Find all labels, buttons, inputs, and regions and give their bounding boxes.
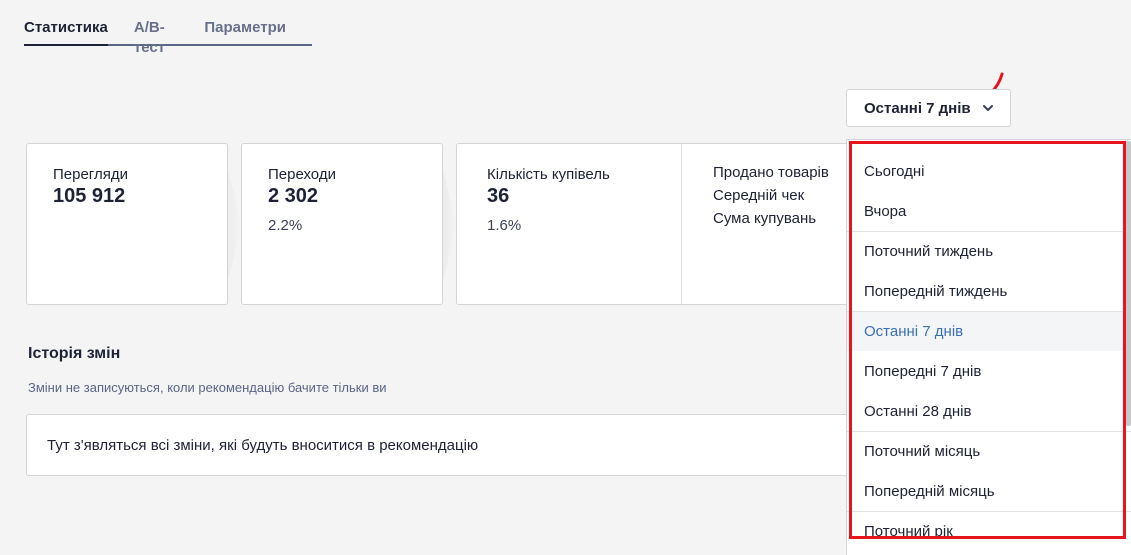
card-value: 36: [487, 185, 510, 207]
period-dropdown: Сьогодні Вчора Поточний тиждень Попередн…: [846, 139, 1131, 555]
extra-metrics-list: Продано товарів Середній чек Сума купува…: [713, 162, 829, 231]
funnel-connector: [443, 170, 457, 280]
tab-ab-test[interactable]: A/B-тест: [134, 18, 179, 56]
chevron-down-icon: [983, 105, 993, 111]
history-note: Зміни не записуються, коли рекомендацію …: [28, 380, 387, 395]
card-percent: 2.2%: [268, 217, 303, 234]
dropdown-option-today[interactable]: Сьогодні: [847, 151, 1131, 191]
card-label: Перегляди: [53, 166, 128, 183]
card-divider: [681, 144, 682, 304]
card-value: 2 302: [268, 185, 319, 207]
dropdown-option-current-month[interactable]: Поточний місяць: [847, 431, 1131, 471]
dropdown-option-current-year[interactable]: Поточний рік: [847, 511, 1131, 551]
metric-purchase-sum: Сума купувань: [713, 210, 817, 227]
card-value: 105 912: [53, 185, 126, 207]
history-title: Історія змін: [28, 345, 121, 362]
dropdown-option-yesterday[interactable]: Вчора: [847, 191, 1131, 231]
tab-bar: Статистика A/B-тест Параметри: [24, 18, 312, 56]
card-purchases: Кількість купівель 36 1.6% Продано товар…: [456, 143, 856, 305]
tab-parameters[interactable]: Параметри: [204, 18, 286, 44]
period-select-value: Останні 7 днів: [864, 99, 971, 117]
card-label: Переходи: [268, 166, 336, 183]
dropdown-scrollbar[interactable]: [1126, 141, 1131, 426]
tab-statistics[interactable]: Статистика: [24, 18, 108, 46]
dropdown-option-previous-week[interactable]: Попередній тиждень: [847, 271, 1131, 311]
period-select[interactable]: Останні 7 днів: [846, 89, 1011, 127]
card-percent: 1.6%: [487, 217, 522, 234]
card-views: Перегляди 105 912: [26, 143, 228, 305]
card-clicks: Переходи 2 302 2.2%: [241, 143, 443, 305]
dropdown-option-current-week[interactable]: Поточний тиждень: [847, 231, 1131, 271]
history-empty-box: Тут з'являться всі зміни, які будуть вно…: [26, 414, 856, 476]
metric-items-sold: Продано товарів: [713, 164, 829, 181]
dropdown-option-last-28-days[interactable]: Останні 28 днів: [847, 391, 1131, 431]
card-label: Кількість купівель: [487, 166, 610, 183]
funnel-connector: [228, 170, 242, 280]
metric-average-check: Середній чек: [713, 187, 805, 204]
dropdown-option-previous-7-days[interactable]: Попередні 7 днів: [847, 351, 1131, 391]
history-empty-text: Тут з'являться всі зміни, які будуть вно…: [47, 436, 479, 454]
dropdown-option-previous-month[interactable]: Попередній місяць: [847, 471, 1131, 511]
dropdown-option-last-7-days[interactable]: Останні 7 днів: [847, 311, 1131, 351]
